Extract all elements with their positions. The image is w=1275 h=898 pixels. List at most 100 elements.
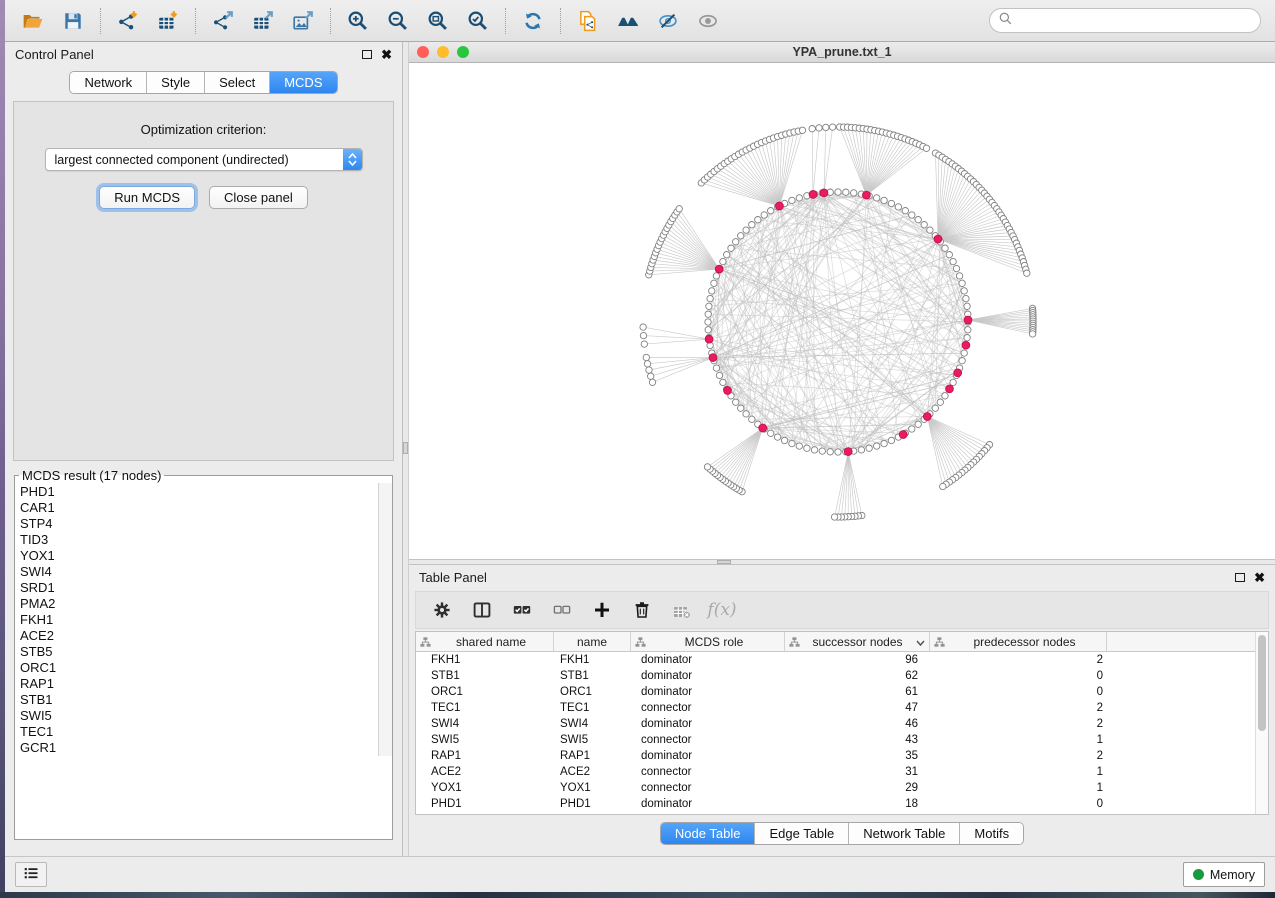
minimize-window-button[interactable] (437, 46, 449, 58)
task-history-button[interactable] (15, 862, 47, 887)
mcds-node[interactable] (946, 385, 954, 393)
tab-network-table[interactable]: Network Table (849, 823, 960, 844)
table-row[interactable]: YOX1YOX1connector291 (416, 780, 1255, 796)
table-row[interactable]: PHD1PHD1dominator180 (416, 796, 1255, 812)
table-row[interactable]: SWI4SWI4dominator462 (416, 716, 1255, 732)
close-window-button[interactable] (417, 46, 429, 58)
close-table-panel-icon[interactable]: ✖ (1254, 571, 1265, 584)
mcds-result-item[interactable]: PMA2 (20, 596, 378, 612)
mcds-node[interactable] (934, 235, 942, 243)
vertical-splitter[interactable] (402, 42, 409, 856)
close-panel-icon[interactable]: ✖ (381, 48, 392, 61)
show-all-button[interactable] (688, 4, 728, 38)
column-header-shared-name[interactable]: shared name (416, 632, 554, 651)
export-image-button[interactable] (283, 4, 323, 38)
mcds-node[interactable] (724, 387, 732, 395)
mcds-node[interactable] (759, 424, 767, 432)
table-row[interactable]: FKH1FKH1dominator962 (416, 652, 1255, 668)
mcds-result-item[interactable]: RAP1 (20, 676, 378, 692)
column-header-name[interactable]: name (554, 632, 631, 651)
close-panel-button[interactable]: Close panel (209, 186, 308, 209)
zoom-selected-button[interactable] (458, 4, 498, 38)
select-all-button[interactable] (504, 594, 540, 626)
float-panel-icon[interactable] (362, 50, 372, 59)
mcds-node[interactable] (844, 448, 852, 456)
table-row[interactable]: TEC1TEC1connector472 (416, 700, 1255, 716)
table-scrollbar[interactable] (1255, 632, 1268, 814)
mcds-result-item[interactable]: TID3 (20, 532, 378, 548)
zoom-out-button[interactable] (378, 4, 418, 38)
hide-selected-button[interactable] (648, 4, 688, 38)
mcds-result-item[interactable]: ORC1 (20, 660, 378, 676)
mcds-node[interactable] (962, 341, 970, 349)
mcds-node[interactable] (809, 191, 817, 199)
tab-network[interactable]: Network (70, 72, 147, 93)
mcds-node[interactable] (705, 335, 713, 343)
export-table-button[interactable] (243, 4, 283, 38)
delete-row-button[interactable] (624, 594, 660, 626)
tab-select[interactable]: Select (205, 72, 270, 93)
columns-button[interactable] (464, 594, 500, 626)
result-list-scrollbar[interactable] (378, 483, 392, 756)
tab-node-table[interactable]: Node Table (661, 823, 756, 844)
mcds-result-item[interactable]: FKH1 (20, 612, 378, 628)
settings-button[interactable] (424, 594, 460, 626)
table-row[interactable]: ACE2ACE2connector311 (416, 764, 1255, 780)
column-header-predecessor-nodes[interactable]: predecessor nodes (930, 632, 1107, 651)
mcds-node[interactable] (964, 316, 972, 324)
mcds-result-item[interactable]: STB5 (20, 644, 378, 660)
add-row-button[interactable] (584, 594, 620, 626)
run-mcds-button[interactable]: Run MCDS (99, 186, 195, 209)
column-header-successor-nodes[interactable]: successor nodes (785, 632, 930, 651)
mcds-result-item[interactable]: SWI4 (20, 564, 378, 580)
mcds-node[interactable] (863, 191, 871, 199)
table-scrollbar-thumb[interactable] (1258, 635, 1266, 731)
table-row[interactable]: ORC1ORC1dominator610 (416, 684, 1255, 700)
mcds-result-item[interactable]: YOX1 (20, 548, 378, 564)
vertical-splitter-handle[interactable] (403, 442, 408, 454)
optimization-criterion-select[interactable]: largest connected component (undirected) (45, 148, 363, 171)
mcds-result-item[interactable]: PHD1 (20, 484, 378, 500)
mcds-node[interactable] (709, 354, 717, 362)
first-neighbors-button[interactable] (608, 4, 648, 38)
table-row[interactable]: RAP1RAP1dominator352 (416, 748, 1255, 764)
mcds-result-item[interactable]: STP4 (20, 516, 378, 532)
memory-button[interactable]: Memory (1183, 862, 1265, 887)
mcds-result-item[interactable]: SRD1 (20, 580, 378, 596)
tab-style[interactable]: Style (147, 72, 205, 93)
import-network-button[interactable] (108, 4, 148, 38)
float-table-panel-icon[interactable] (1235, 573, 1245, 582)
mcds-node[interactable] (820, 189, 828, 197)
mcds-node[interactable] (899, 431, 907, 439)
save-button[interactable] (53, 4, 93, 38)
unselect-all-button[interactable] (544, 594, 580, 626)
tab-edge-table[interactable]: Edge Table (755, 823, 849, 844)
refresh-button[interactable] (513, 4, 553, 38)
zoom-fit-button[interactable] (418, 4, 458, 38)
table-row[interactable]: STB1STB1dominator620 (416, 668, 1255, 684)
mcds-result-item[interactable]: SWI5 (20, 708, 378, 724)
search-input[interactable] (1017, 14, 1252, 28)
mcds-node[interactable] (776, 202, 784, 210)
mcds-result-item[interactable]: STB1 (20, 692, 378, 708)
horizontal-splitter-handle[interactable] (717, 560, 731, 564)
import-table-button[interactable] (148, 4, 188, 38)
network-window-titlebar[interactable]: YPA_prune.txt_1 (409, 42, 1275, 63)
new-network-from-selection-button[interactable] (568, 4, 608, 38)
table-row[interactable]: SWI5SWI5connector431 (416, 732, 1255, 748)
mcds-result-item[interactable]: ACE2 (20, 628, 378, 644)
tab-mcds[interactable]: MCDS (270, 72, 336, 93)
tab-motifs[interactable]: Motifs (960, 823, 1023, 844)
export-network-button[interactable] (203, 4, 243, 38)
column-header-MCDS-role[interactable]: MCDS role (631, 632, 785, 651)
horizontal-splitter[interactable] (409, 559, 1275, 565)
mcds-node[interactable] (954, 369, 962, 377)
open-button[interactable] (13, 4, 53, 38)
maximize-window-button[interactable] (457, 46, 469, 58)
mcds-node[interactable] (715, 265, 723, 273)
mcds-node[interactable] (923, 413, 931, 421)
mcds-result-item[interactable]: CAR1 (20, 500, 378, 516)
function-builder-button[interactable]: f(x) (704, 594, 740, 626)
network-view-canvas[interactable] (409, 63, 1275, 559)
delete-table-button[interactable] (664, 594, 700, 626)
